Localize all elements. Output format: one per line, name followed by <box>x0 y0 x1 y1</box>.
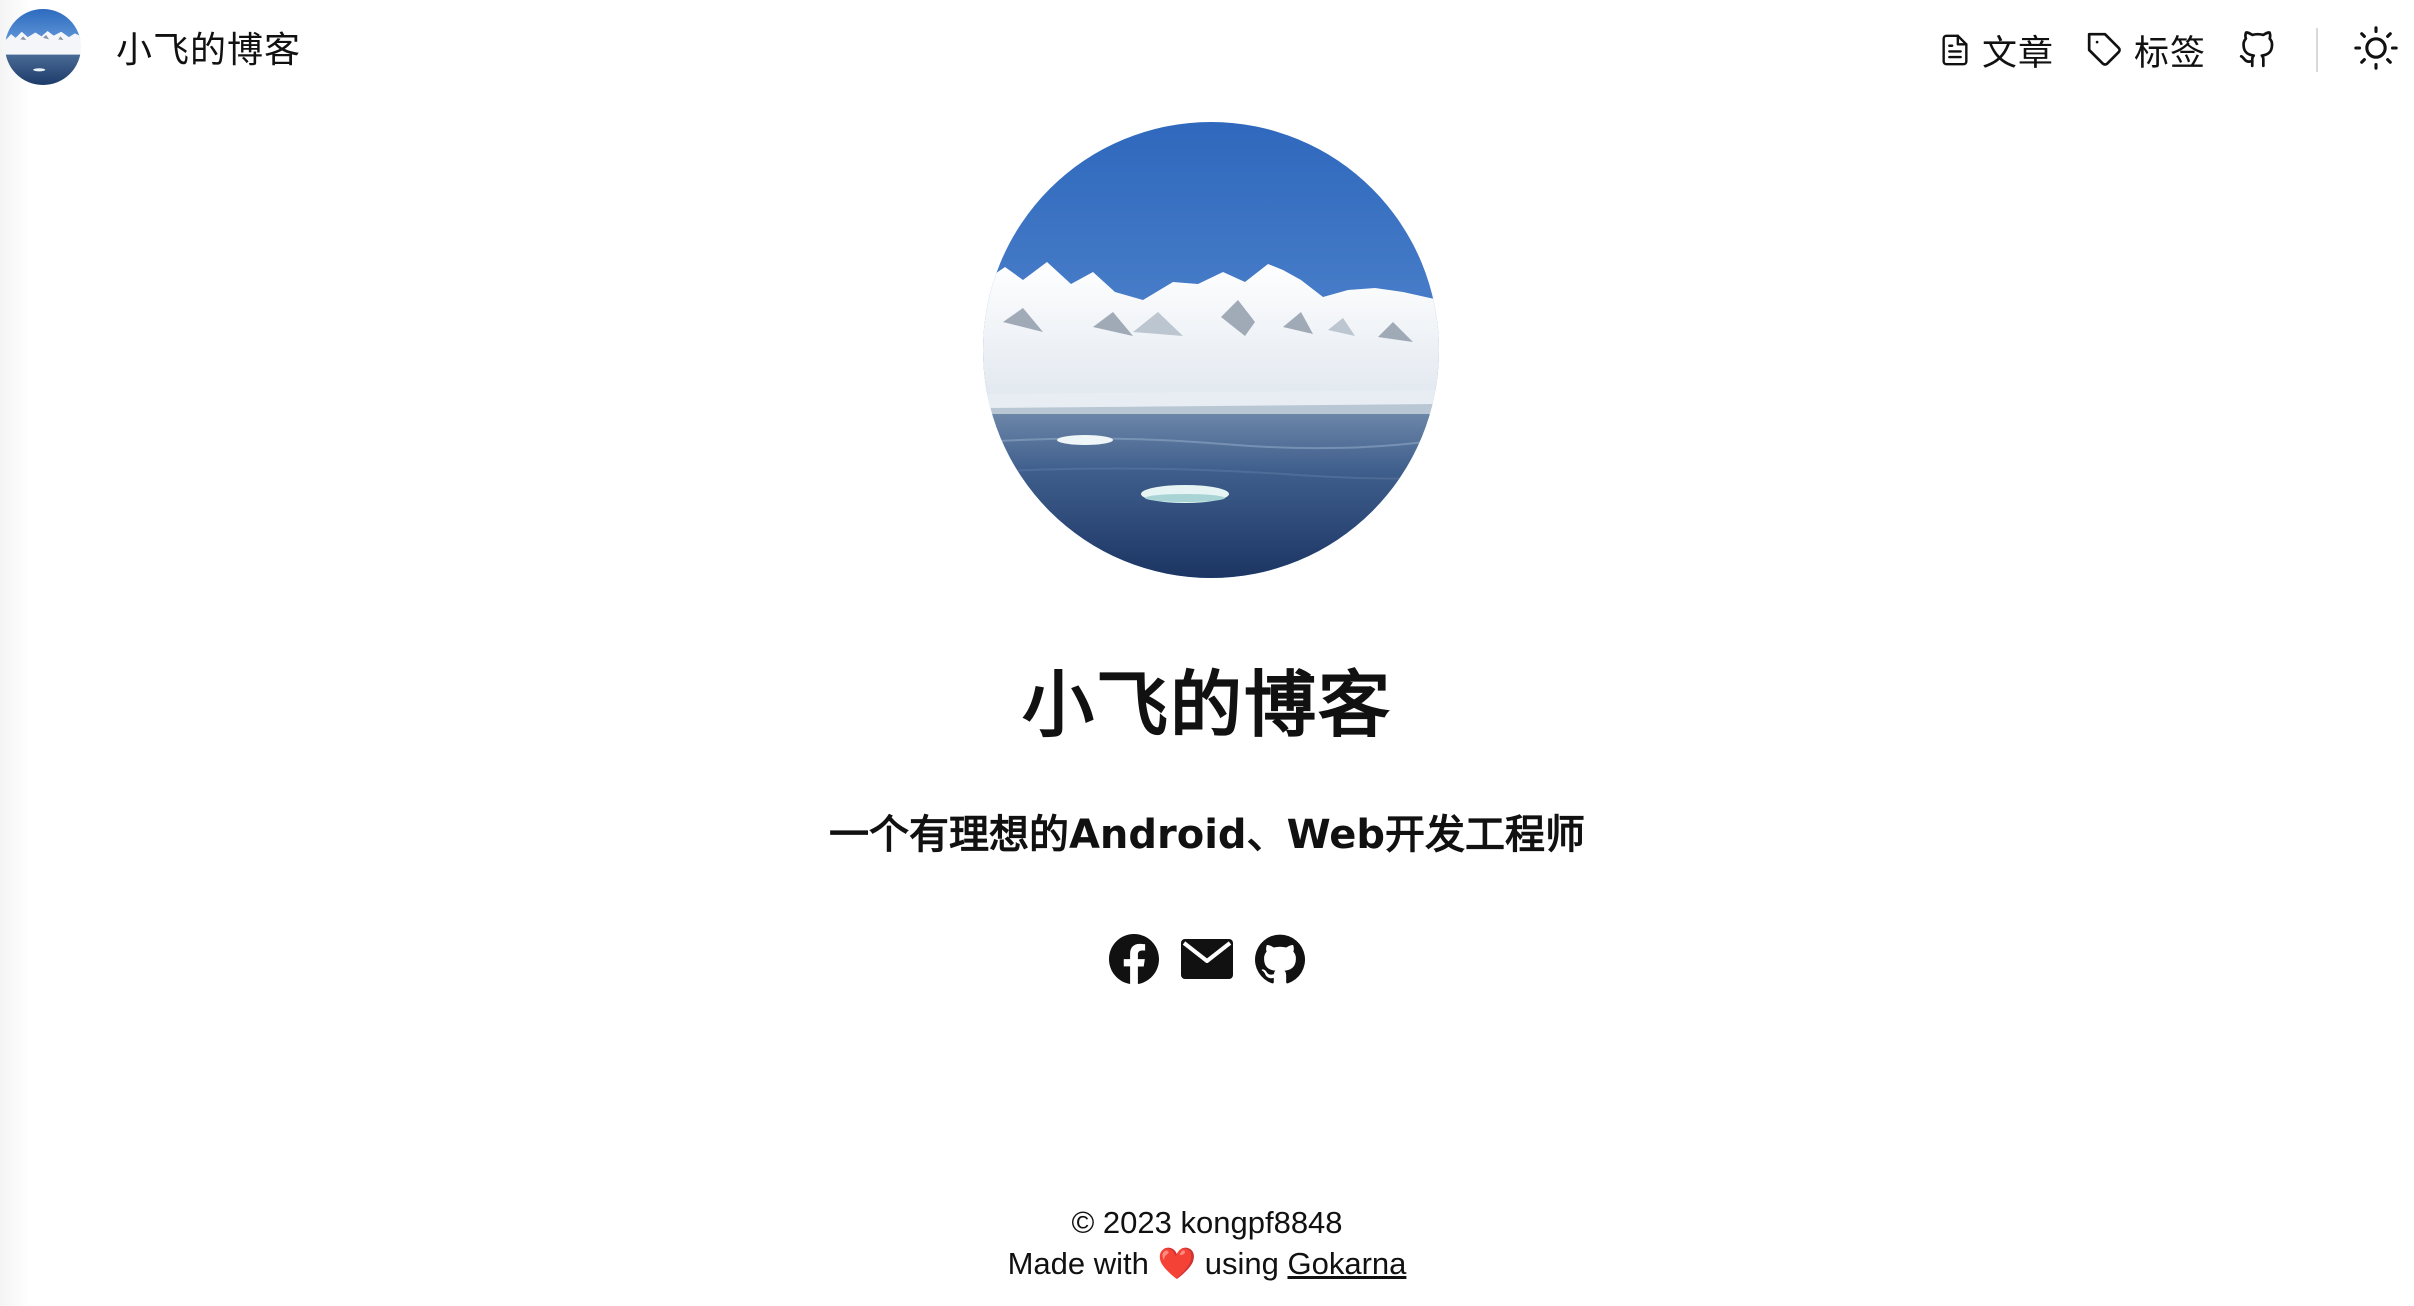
github-icon <box>2238 30 2276 70</box>
email-link[interactable] <box>1181 938 1233 980</box>
copyright-owner: kongpf8848 <box>1180 1205 1343 1240</box>
site-title: 小飞的博客 <box>116 30 302 71</box>
social-links <box>0 934 2414 984</box>
nav-divider <box>2316 28 2318 72</box>
profile-avatar <box>983 122 1439 578</box>
copyright-year: 2023 <box>1102 1205 1172 1240</box>
heart-icon: ❤️ <box>1157 1246 1197 1281</box>
made-with-text: Made with <box>1007 1246 1149 1281</box>
theme-toggle-button[interactable] <box>2354 25 2398 75</box>
nav-tags-link[interactable]: 标签 <box>2086 25 2206 76</box>
nav-posts-link[interactable]: 文章 <box>1938 25 2054 76</box>
site-footer: © 2023 kongpf8848 Made with ❤️ using Gok… <box>0 1202 2414 1284</box>
sun-icon <box>2354 25 2398 75</box>
copyright-line: © 2023 kongpf8848 <box>0 1202 2414 1243</box>
copyright-symbol: © <box>1071 1205 1095 1240</box>
tag-icon <box>2086 31 2124 69</box>
facebook-link[interactable] <box>1109 934 1159 984</box>
document-icon <box>1938 30 1972 70</box>
page: 小飞的博客 文章 标签 小飞的博客 一个有理想的Android、Web开发工程师… <box>0 0 2414 1306</box>
main-nav: 文章 标签 <box>1938 22 2414 78</box>
github-profile-link[interactable] <box>1255 934 1305 984</box>
facebook-icon <box>1109 934 1159 984</box>
nav-tags-label: 标签 <box>2133 33 2206 74</box>
page-subtitle: 一个有理想的Android、Web开发工程师 <box>828 812 1586 858</box>
github-icon <box>1255 934 1305 984</box>
using-text: using <box>1204 1246 1279 1281</box>
site-header: 小飞的博客 文章 标签 <box>0 0 2414 102</box>
site-avatar <box>5 9 81 85</box>
nav-posts-label: 文章 <box>1981 33 2054 74</box>
credits-line: Made with ❤️ using Gokarna <box>0 1243 2414 1284</box>
page-title: 小飞的博客 <box>1021 663 1392 747</box>
gokarna-link[interactable]: Gokarna <box>1287 1246 1406 1281</box>
nav-github-link[interactable] <box>2238 30 2276 70</box>
mail-icon <box>1181 938 1233 980</box>
home-link[interactable]: 小飞的博客 <box>5 9 301 85</box>
